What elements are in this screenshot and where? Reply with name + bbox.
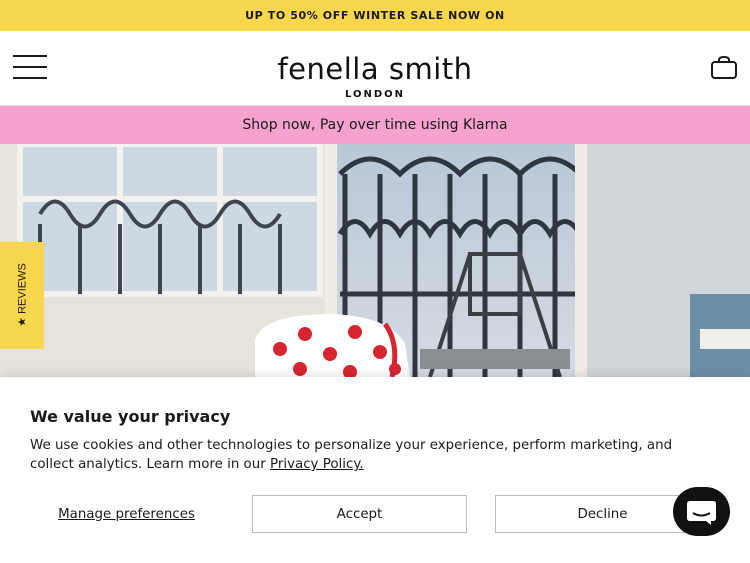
chat-button[interactable] <box>673 487 730 536</box>
privacy-title: We value your privacy <box>30 407 231 426</box>
accept-button[interactable]: Accept <box>252 495 467 533</box>
announcement-bar: UP TO 50% OFF WINTER SALE NOW ON <box>0 0 750 31</box>
manage-preferences-button[interactable]: Manage preferences <box>30 495 223 533</box>
logo-subtitle: LONDON <box>344 89 406 100</box>
reviews-tab[interactable]: ★ REVIEWS <box>0 242 44 349</box>
site-logo[interactable]: fenella smith LONDON <box>250 53 500 100</box>
privacy-text: We use cookies and other technologies to… <box>30 436 720 474</box>
site-header: fenella smith LONDON <box>0 31 750 106</box>
announcement-text: UP TO 50% OFF WINTER SALE NOW ON <box>245 9 505 22</box>
hamburger-menu-icon[interactable] <box>13 55 47 79</box>
shopping-bag-icon[interactable] <box>710 55 738 81</box>
privacy-policy-link[interactable]: Privacy Policy. <box>270 457 364 472</box>
logo-wordmark: fenella smith <box>277 52 473 86</box>
reviews-tab-label: ★ REVIEWS <box>16 263 29 327</box>
chat-bubble-icon <box>687 501 716 525</box>
hero-image <box>0 144 750 377</box>
privacy-banner: We value your privacy We use cookies and… <box>0 377 750 563</box>
klarna-banner-text: Shop now, Pay over time using Klarna <box>242 117 508 133</box>
klarna-banner[interactable]: Shop now, Pay over time using Klarna <box>0 106 750 144</box>
